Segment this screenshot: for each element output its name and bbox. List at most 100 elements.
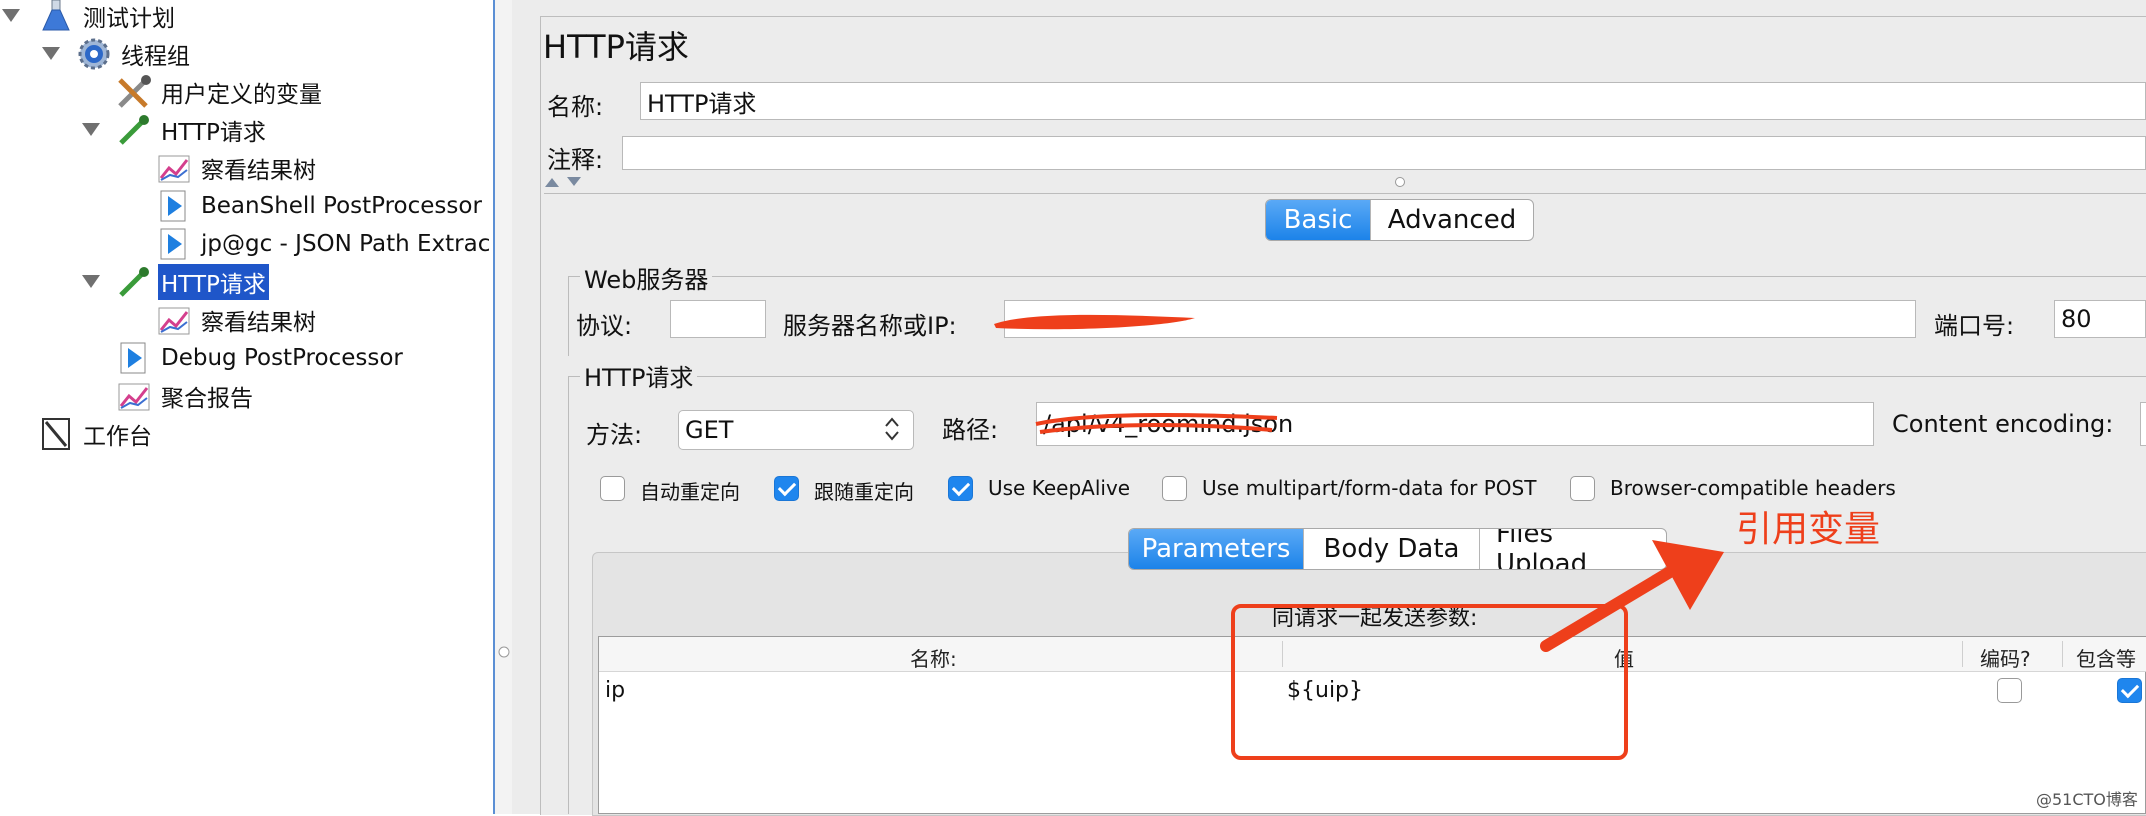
wrench-icon [118,75,151,108]
tree-node-label: HTTP请求 [161,120,266,146]
arrow-doc-icon [120,342,146,374]
content-encoding-label: Content encoding: [1892,410,2114,438]
split-divider[interactable] [493,0,495,814]
tree-node[interactable]: 聚合报告 [116,378,256,414]
http-request-legend: HTTP请求 [580,358,698,393]
tree-toggle-icon[interactable] [2,9,20,22]
follow-redirect-checkbox[interactable] [774,476,799,501]
tree-node[interactable]: 察看结果树 [156,302,319,338]
split-handle-icon[interactable] [497,640,511,664]
tree-node[interactable]: BeanShell PostProcessor [156,188,485,224]
select-stepper-icon[interactable] [884,414,900,444]
protocol-label: 协议: [576,312,633,340]
auto-redirect-label: 自动重定向 [640,480,740,504]
graph-icon [158,307,190,335]
graph-icon [118,383,150,411]
resize-handle-icon[interactable] [1394,176,1406,188]
pipette-icon [119,115,149,145]
port-input-value: 80 [2061,305,2092,333]
tree-node-label: 察看结果树 [201,310,316,336]
browser-headers-checkbox[interactable] [1570,476,1595,501]
tree-node[interactable]: 测试计划 [38,0,178,34]
tree-node-label: jp@gc - JSON Path Extrac [201,231,491,257]
col-header-encode[interactable]: 编码? [1980,643,2031,672]
encode-checkbox[interactable] [1997,678,2022,703]
basic-advanced-tabs: Basic Advanced [1265,199,1534,241]
tree-toggle-icon[interactable] [82,275,100,288]
keepalive-checkbox[interactable] [948,476,973,501]
test-plan-tree: 测试计划 线程组 用户定义的变量 HTTP请求 察看结果树 BeanShell … [0,0,494,814]
comment-label: 注释: [547,146,604,174]
tab-basic[interactable]: Basic [1266,200,1370,240]
flask-icon [42,0,70,31]
page-title: HTTP请求 [543,28,689,66]
redaction-scribble [994,314,1195,330]
web-server-legend: Web服务器 [580,260,713,295]
section-divider [544,193,2146,194]
tree-node-selected[interactable]: HTTP请求 [116,264,269,300]
tree-node-label: 用户定义的变量 [161,82,322,108]
tree-node[interactable]: HTTP请求 [116,112,269,148]
tree-node[interactable]: 线程组 [76,36,193,72]
tree-node-label: HTTP请求 [158,264,269,300]
watermark: @51CTO博客 [2036,790,2138,809]
tree-node[interactable]: 察看结果树 [156,150,319,186]
param-name-cell[interactable]: ip [605,678,625,703]
path-label: 路径: [942,416,999,444]
col-header-name[interactable]: 名称: [910,643,957,672]
method-label: 方法: [586,421,643,449]
comment-input[interactable] [622,136,2146,170]
keepalive-label: Use KeepAlive [988,476,1131,500]
multipart-checkbox[interactable] [1162,476,1187,501]
tree-node[interactable]: Debug PostProcessor [116,340,406,376]
split-gutter[interactable] [495,0,513,814]
tree-node[interactable]: jp@gc - JSON Path Extrac [156,226,493,262]
tab-body-data[interactable]: Body Data [1303,529,1479,569]
multipart-label: Use multipart/form-data for POST [1202,476,1537,500]
name-input[interactable]: HTTP请求 [640,82,2146,120]
tab-advanced[interactable]: Advanced [1370,200,1533,240]
gear-icon [78,38,110,70]
web-server-group-line [568,276,2146,277]
tree-node-label: 线程组 [121,44,190,70]
arrow-doc-icon [160,228,186,260]
tree-toggle-icon[interactable] [42,47,60,60]
col-divider [1962,641,1963,667]
name-input-value: HTTP请求 [647,89,757,118]
tree-node-label: 测试计划 [83,6,175,32]
include-equals-checkbox[interactable] [2117,678,2142,703]
port-input[interactable]: 80 [2054,300,2146,338]
name-label: 名称: [547,93,604,121]
tree-node-label: 聚合报告 [161,386,253,412]
web-server-group-left [568,276,569,356]
tree-node-label: BeanShell PostProcessor [201,193,482,219]
tree-node-label: Debug PostProcessor [161,345,403,371]
col-divider [2062,641,2063,667]
follow-redirect-label: 跟随重定向 [814,480,914,504]
redaction-scribble [1035,412,1278,434]
tree-node[interactable]: 工作台 [38,416,155,452]
auto-redirect-checkbox[interactable] [600,476,625,501]
tree-node-label: 工作台 [83,424,152,450]
annotation-arrow-icon [1540,540,1724,652]
arrow-doc-icon [160,190,186,222]
collapse-down-icon[interactable] [566,176,582,188]
tab-parameters[interactable]: Parameters [1129,529,1303,569]
http-group-line [568,376,2146,377]
tree-node-label: 察看结果树 [201,158,316,184]
tree-toggle-icon[interactable] [82,123,100,136]
method-select-value: GET [685,416,734,444]
http-group-left [568,376,569,814]
tree-node[interactable]: 用户定义的变量 [116,74,325,110]
content-encoding-input[interactable] [2140,402,2146,446]
protocol-input[interactable] [670,300,766,338]
annotation-text: 引用变量 [1736,509,1881,550]
pipette-icon [119,267,149,297]
col-header-include[interactable]: 包含等 [2076,643,2136,672]
clipboard-icon [42,418,70,450]
graph-icon [158,155,190,183]
collapse-up-icon[interactable] [544,176,560,188]
browser-headers-label: Browser-compatible headers [1610,476,1896,500]
method-select[interactable]: GET [678,410,914,450]
port-label: 端口号: [1934,312,2015,340]
